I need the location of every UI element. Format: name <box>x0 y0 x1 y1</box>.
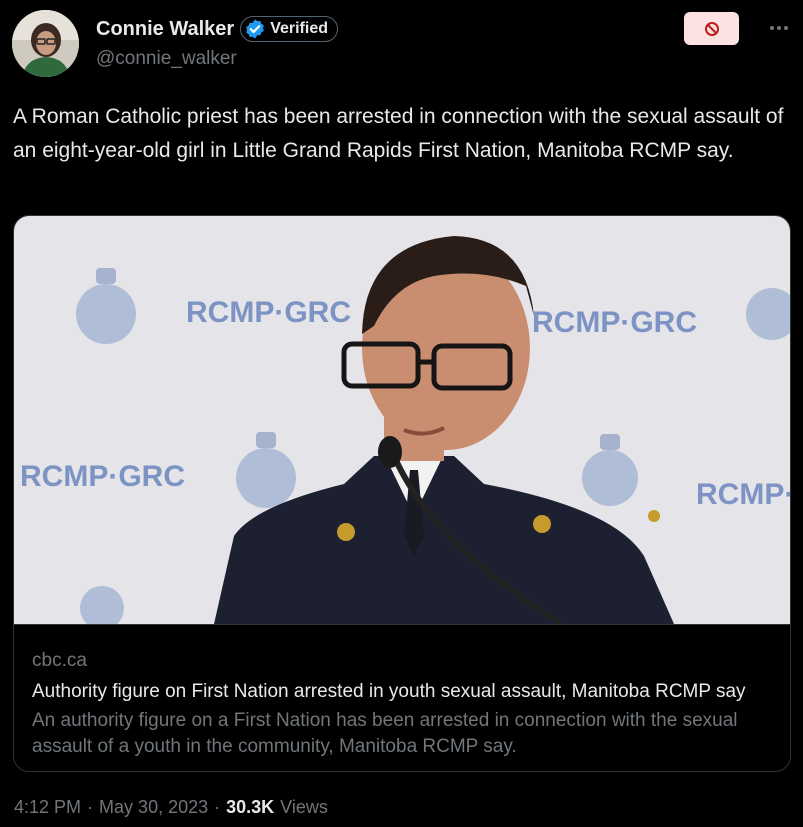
verified-label: Verified <box>270 20 328 37</box>
tweet-date[interactable]: May 30, 2023 <box>99 797 208 818</box>
verified-check-icon <box>246 19 265 39</box>
card-title[interactable]: Authority figure on First Nation arreste… <box>32 678 774 706</box>
block-button[interactable] <box>684 12 739 45</box>
tweet-footer: 4:12 PM · May 30, 2023 · 30.3K Views <box>14 797 328 818</box>
views-count: 30.3K <box>226 797 275 817</box>
separator-dot: · <box>214 797 221 817</box>
more-options-button[interactable] <box>764 14 794 42</box>
separator-dot: · <box>87 797 94 817</box>
card-image[interactable]: RCMP·GRC RCMP·GRC RCMP·GRC RCMP·GRC <box>14 216 791 624</box>
backdrop-text-2: RCMP·GRC <box>532 306 697 339</box>
verified-badge[interactable]: Verified <box>240 16 338 42</box>
author-display-name[interactable]: Connie Walker <box>96 18 234 41</box>
tweet-time[interactable]: 4:12 PM <box>14 797 81 818</box>
author-name-row: Connie Walker Verified <box>96 12 338 46</box>
backdrop-text-1: RCMP·GRC <box>186 296 351 329</box>
card-meta: cbc.ca Authority figure on First Nation … <box>14 624 790 771</box>
card-domain: cbc.ca <box>32 650 87 671</box>
author-handle[interactable]: @connie_walker <box>96 48 237 70</box>
link-card[interactable]: RCMP·GRC RCMP·GRC RCMP·GRC RCMP·GRC cbc.… <box>13 215 791 772</box>
backdrop-text-3: RCMP·GRC <box>20 460 185 493</box>
avatar[interactable] <box>12 10 79 77</box>
tweet-text: A Roman Catholic priest has been arreste… <box>13 105 784 162</box>
block-icon <box>704 21 719 36</box>
avatar-photo <box>12 10 79 77</box>
views-label: Views <box>280 797 328 817</box>
backdrop-text-4: RCMP·GRC <box>696 478 791 511</box>
card-description: An authority figure on a First Nation ha… <box>32 710 738 757</box>
more-dots-icon <box>770 26 788 30</box>
